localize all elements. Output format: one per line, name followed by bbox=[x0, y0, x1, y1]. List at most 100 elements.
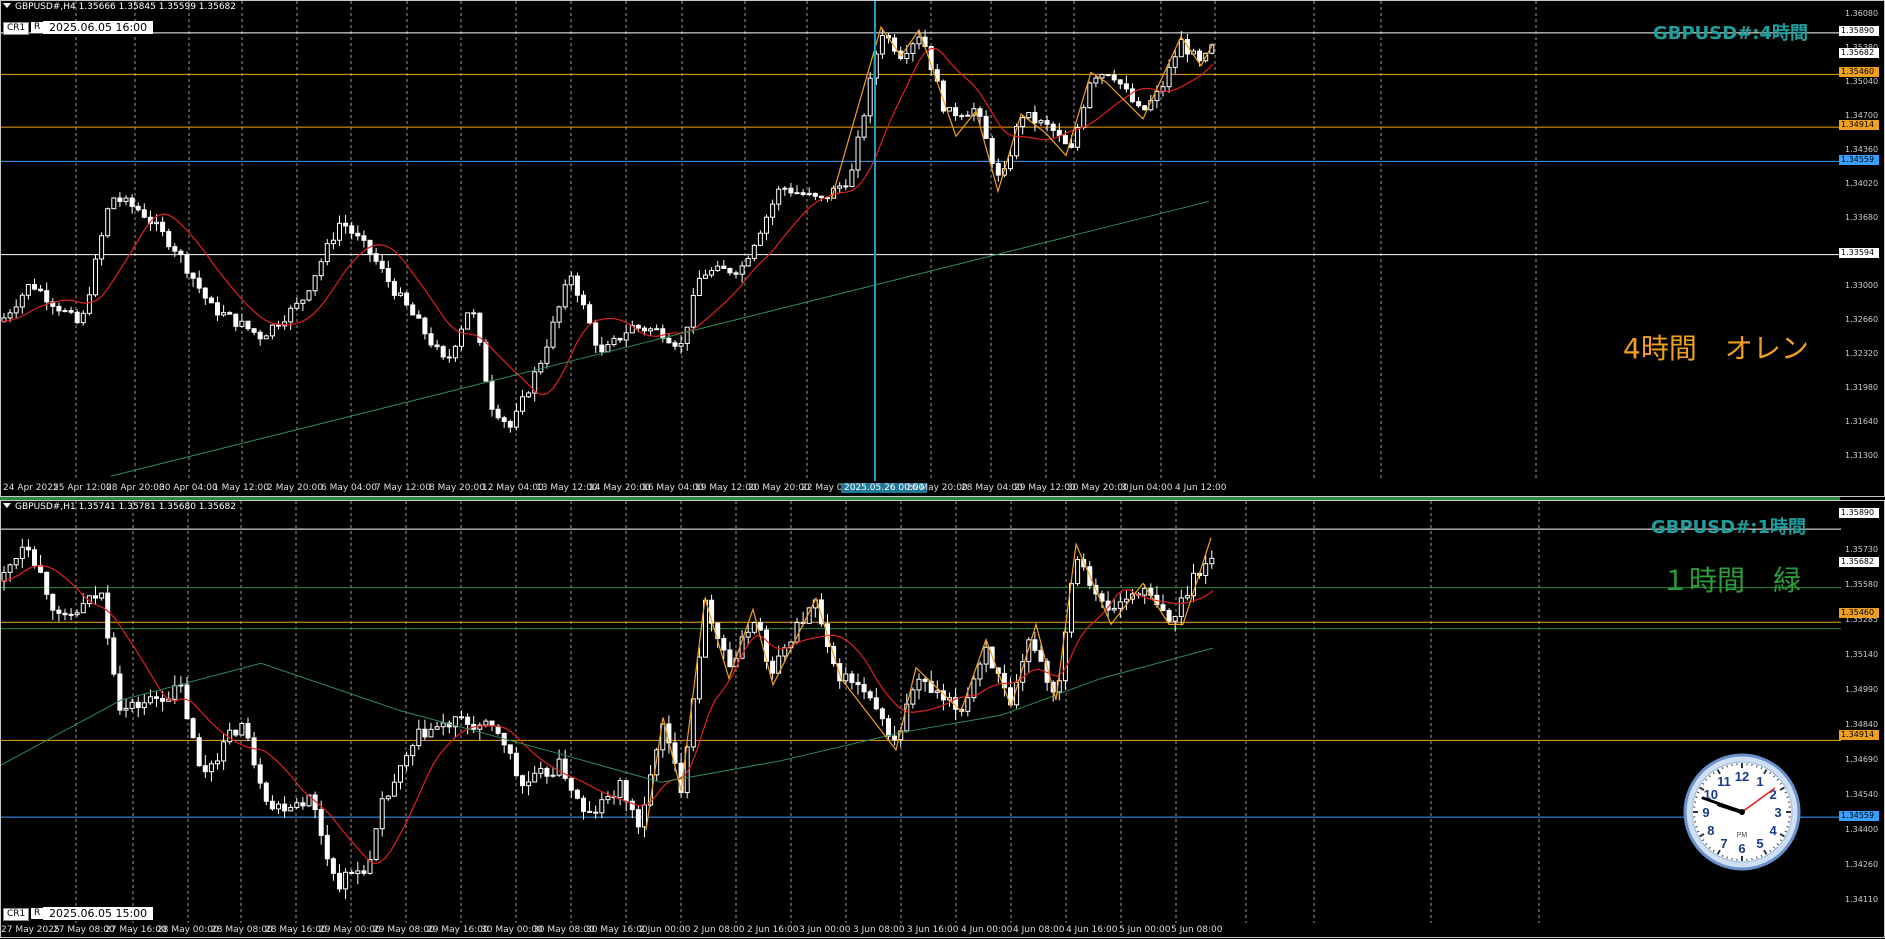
candle-body bbox=[374, 254, 378, 262]
candle-body bbox=[1063, 136, 1067, 144]
candle-body bbox=[490, 381, 494, 409]
price-tick-label: 1.34540 bbox=[1845, 790, 1878, 799]
candle-body bbox=[118, 674, 122, 710]
candle-body bbox=[429, 729, 433, 737]
candle-body bbox=[136, 206, 140, 209]
h4-chart-panel[interactable]: GBPUSD#,H4 1.35666 1.35845 1.35599 1.356… bbox=[0, 0, 1885, 497]
cr1-tag[interactable]: CR1 bbox=[3, 22, 29, 35]
h4-date-box: 2025.06.05 16:00 bbox=[43, 21, 153, 34]
collapse-triangle-icon[interactable] bbox=[3, 503, 11, 508]
candle-body bbox=[319, 262, 323, 276]
candle-body bbox=[826, 198, 830, 199]
candle-body bbox=[1167, 610, 1171, 621]
candle-body bbox=[362, 236, 366, 241]
candle-body bbox=[258, 332, 262, 339]
candle-body bbox=[1118, 80, 1122, 84]
candle-body bbox=[868, 78, 872, 116]
candle-body bbox=[130, 198, 134, 206]
h1-chart-title: GBPUSD#:1時間 bbox=[1651, 513, 1806, 539]
price-level-label: 1.35460 bbox=[1839, 67, 1879, 77]
candle-body bbox=[1198, 51, 1202, 61]
candle-body bbox=[710, 271, 714, 275]
candle-body bbox=[203, 288, 207, 298]
clock-number: 9 bbox=[1702, 805, 1709, 820]
clock-number: 4 bbox=[1770, 823, 1778, 838]
clock-number: 1 bbox=[1756, 774, 1763, 789]
candle-body bbox=[594, 323, 598, 345]
h4-chart-canvas[interactable] bbox=[1, 1, 1841, 481]
candle-body bbox=[1118, 602, 1122, 609]
price-tick-label: 1.35040 bbox=[1845, 77, 1878, 86]
candle-body bbox=[240, 321, 244, 326]
h4-price-axis[interactable]: 1.360801.353801.350401.347001.343601.340… bbox=[1841, 1, 1885, 481]
r-tag[interactable]: R bbox=[31, 22, 43, 33]
candle-body bbox=[752, 245, 756, 258]
price-tick-label: 1.33000 bbox=[1845, 281, 1878, 290]
candle-body bbox=[331, 240, 335, 243]
candle-body bbox=[112, 638, 116, 674]
candle-body bbox=[978, 664, 982, 679]
time-tick-label: 28 May 00:00 bbox=[157, 925, 219, 935]
time-tick-label: 3 Jun 16:00 bbox=[907, 925, 958, 935]
h1-chart-panel[interactable]: GBPUSD#,H1 1.35741 1.35781 1.35680 1.356… bbox=[0, 500, 1885, 938]
h1-price-axis[interactable]: 1.357301.355801.352851.351401.349901.348… bbox=[1841, 501, 1885, 923]
candle-body bbox=[966, 115, 970, 116]
candle-body bbox=[423, 318, 427, 334]
candle-body bbox=[173, 247, 177, 252]
price-tick-label: 1.34260 bbox=[1845, 860, 1878, 869]
h4-chart-title: GBPUSD#:4時間 bbox=[1653, 19, 1808, 45]
time-tick-label: 4 Jun 08:00 bbox=[1013, 925, 1064, 935]
candle-body bbox=[209, 764, 213, 772]
candle-body bbox=[569, 778, 573, 790]
candle-body bbox=[191, 273, 195, 278]
candle-body bbox=[338, 223, 342, 240]
time-tick-label: 2 Jun 08:00 bbox=[693, 925, 744, 935]
candle-body bbox=[771, 204, 775, 217]
candle-body bbox=[222, 313, 226, 315]
candle-body bbox=[1045, 121, 1049, 125]
candle-body bbox=[197, 278, 201, 288]
candle-body bbox=[8, 565, 12, 573]
h1-chart-canvas[interactable] bbox=[1, 501, 1841, 923]
candle-body bbox=[8, 313, 12, 318]
candle-body bbox=[228, 313, 232, 315]
candle-body bbox=[81, 604, 85, 613]
candle-body bbox=[533, 773, 537, 782]
candle-body bbox=[14, 558, 18, 564]
time-tick-label: 29 May 08:00 bbox=[373, 925, 435, 935]
candle-body bbox=[411, 746, 415, 756]
candle-body bbox=[990, 138, 994, 163]
candle-body bbox=[655, 329, 659, 330]
price-tick-label: 1.34840 bbox=[1845, 720, 1878, 729]
candle-body bbox=[960, 116, 964, 117]
candle-body bbox=[69, 311, 73, 313]
candle-body bbox=[435, 345, 439, 347]
time-tick-label: 24 Apr 2025 bbox=[3, 483, 59, 493]
candle-body bbox=[893, 736, 897, 740]
candle-body bbox=[484, 342, 488, 381]
candle-body bbox=[1124, 599, 1128, 602]
candle-body bbox=[350, 872, 354, 873]
candle-body bbox=[405, 756, 409, 766]
candle-body bbox=[502, 418, 506, 422]
time-tick-label: 4 Jun 00:00 bbox=[961, 925, 1012, 935]
cr1-tag[interactable]: CR1 bbox=[3, 908, 29, 921]
collapse-triangle-icon[interactable] bbox=[3, 3, 11, 8]
candle-body bbox=[100, 593, 104, 598]
candle-body bbox=[1112, 75, 1116, 80]
candle-body bbox=[850, 674, 854, 682]
candle-body bbox=[527, 393, 531, 397]
h1-candles bbox=[2, 539, 1214, 900]
candle-body bbox=[1179, 40, 1183, 57]
candle-body bbox=[344, 223, 348, 226]
candle-body bbox=[673, 343, 677, 346]
candle-body bbox=[582, 295, 586, 305]
candle-body bbox=[155, 697, 159, 699]
candle-body bbox=[514, 411, 518, 427]
candle-body bbox=[228, 730, 232, 742]
candle-body bbox=[191, 719, 195, 738]
candle-body bbox=[185, 255, 189, 274]
r-tag[interactable]: R bbox=[31, 908, 43, 919]
candle-body bbox=[722, 638, 726, 650]
candle-body bbox=[594, 812, 598, 813]
